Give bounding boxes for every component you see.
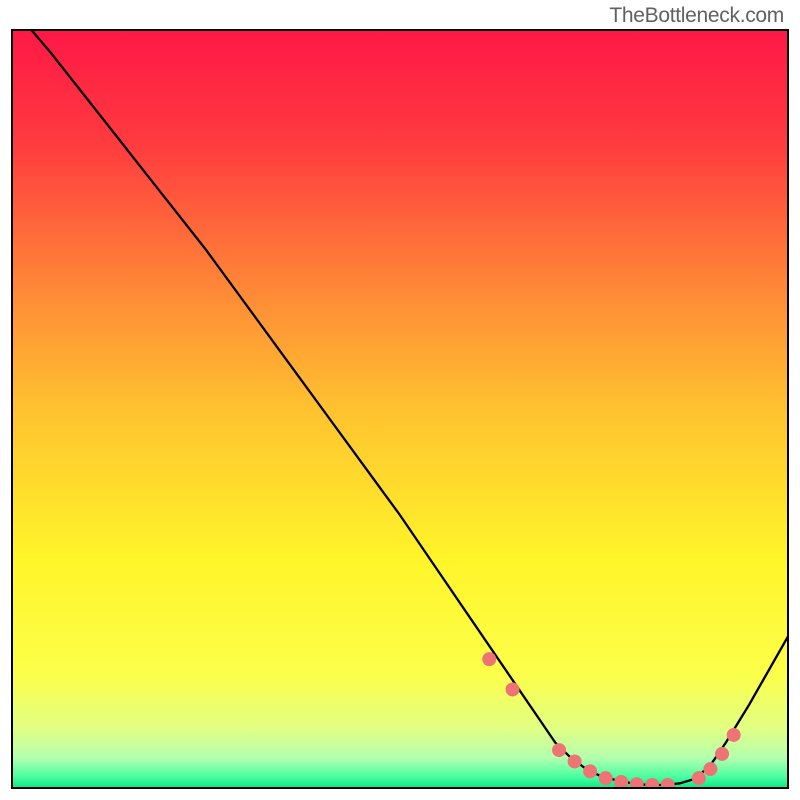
gradient-background <box>12 30 788 788</box>
marker-point <box>630 777 644 791</box>
marker-point <box>661 778 675 792</box>
marker-point <box>583 764 597 778</box>
marker-point <box>599 771 613 785</box>
bottleneck-curve-chart <box>0 0 800 800</box>
marker-point <box>715 747 729 761</box>
marker-point <box>692 771 706 785</box>
marker-point <box>645 778 659 792</box>
marker-point <box>727 728 741 742</box>
marker-point <box>552 743 566 757</box>
marker-point <box>614 775 628 789</box>
marker-point <box>703 762 717 776</box>
marker-point <box>482 652 496 666</box>
chart-svg <box>0 0 800 800</box>
watermark-text: TheBottleneck.com <box>609 4 784 28</box>
marker-point <box>568 754 582 768</box>
marker-point <box>506 682 520 696</box>
